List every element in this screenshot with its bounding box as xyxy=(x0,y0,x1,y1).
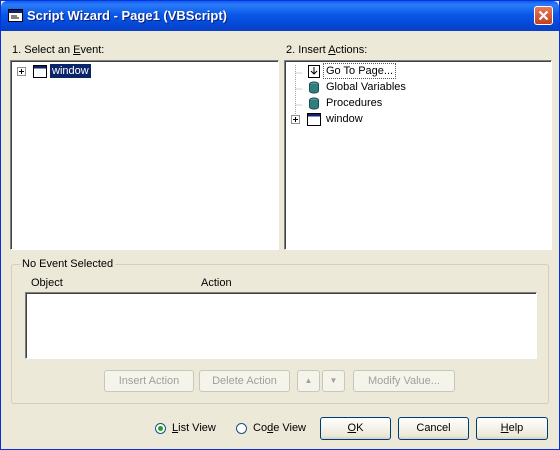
move-down-button[interactable]: ▼ xyxy=(322,370,345,392)
tree-item-label: Procedures xyxy=(326,97,383,109)
insert-action-button[interactable]: Insert Action xyxy=(104,370,194,392)
tree-item-label: Go To Page... xyxy=(322,63,397,79)
column-header-action: Action xyxy=(201,277,232,289)
move-up-button[interactable]: ▲ xyxy=(297,370,320,392)
window-icon xyxy=(307,113,321,126)
delete-action-button[interactable]: Delete Action xyxy=(199,370,290,392)
database-icon xyxy=(309,81,319,94)
code-view-label: Code View xyxy=(253,422,307,434)
close-icon xyxy=(538,10,549,21)
action-tree[interactable]: Go To Page... Global Variables Procedure… xyxy=(284,60,552,250)
tree-item-label: window xyxy=(49,63,92,79)
radio-indicator xyxy=(155,423,166,434)
window-title: Script Wizard - Page1 (VBScript) xyxy=(27,8,227,23)
expand-icon[interactable] xyxy=(291,115,300,124)
tree-item-label: window xyxy=(326,113,363,125)
modify-value-button[interactable]: Modify Value... xyxy=(353,370,455,392)
insert-actions-label: 2. Insert Actions: xyxy=(286,44,368,56)
script-wizard-window: Script Wizard - Page1 (VBScript) 1. Sele… xyxy=(0,0,560,450)
close-button[interactable] xyxy=(534,6,553,25)
group-title: No Event Selected xyxy=(20,258,116,270)
event-tree[interactable]: window xyxy=(10,60,279,250)
column-header-object: Object xyxy=(31,277,63,289)
expand-icon[interactable] xyxy=(17,67,26,76)
database-icon xyxy=(309,97,319,110)
arrow-down-icon: ▼ xyxy=(329,376,338,385)
script-wizard-icon xyxy=(8,9,23,22)
arrow-up-icon: ▲ xyxy=(304,376,313,385)
radio-indicator xyxy=(236,423,247,434)
title-bar[interactable]: Script Wizard - Page1 (VBScript) xyxy=(1,1,559,31)
window-icon xyxy=(33,65,47,78)
go-to-page-icon xyxy=(308,65,320,78)
tree-item-label: Global Variables xyxy=(326,81,406,93)
action-list[interactable] xyxy=(25,292,537,359)
ok-button[interactable]: OK xyxy=(320,417,391,440)
select-event-label: 1. Select an Event: xyxy=(12,44,105,56)
list-view-label: List View xyxy=(172,422,216,434)
cancel-button[interactable]: Cancel xyxy=(398,417,469,440)
help-button[interactable]: Help xyxy=(476,417,548,440)
